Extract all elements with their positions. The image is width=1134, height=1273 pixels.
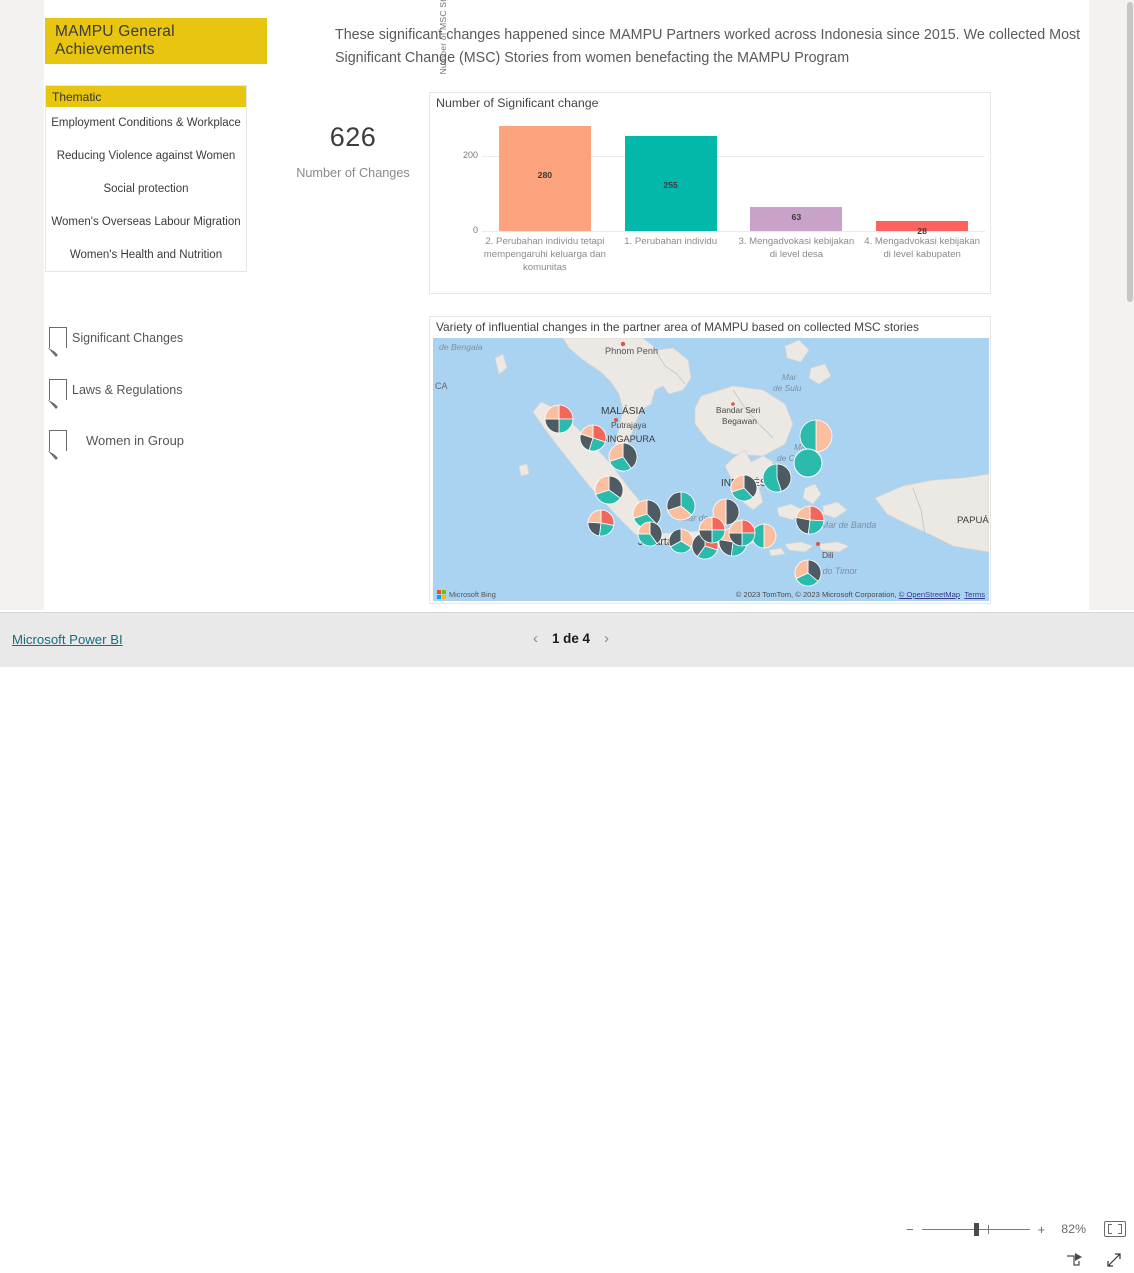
map-geometry [433,338,989,601]
bookmark-label: Significant Changes [72,330,184,345]
zoom-level-label: 82% [1061,1222,1086,1236]
kpi-card-number-of-changes: 626 Number of Changes [283,122,423,181]
bookmark-label: Women in Group [86,433,185,448]
map-pie-marker[interactable] [728,519,756,547]
map-pie-marker[interactable] [579,424,607,452]
bar-chart-bar[interactable]: 280 [498,126,591,231]
slicer-item-social-protection[interactable]: Social protection [46,173,246,206]
zoom-out-icon[interactable]: − [906,1223,914,1236]
power-bi-brand-link[interactable]: Microsoft Power BI [12,632,123,647]
page-title: MAMPU General Achievements [55,23,175,58]
bookmark-icon [48,327,67,358]
bookmark-button-laws-regulations[interactable]: Laws & Regulations [48,379,183,410]
slicer-item-health-nutrition[interactable]: Women's Health and Nutrition [46,239,246,272]
bar-chart-plot-area: Number of MSC Stories 0 200 280 2. Perubaha… [438,0,985,273]
bookmark-icon [48,430,67,461]
chart-gridline [482,231,985,232]
bing-logo-label: Microsoft Bing [449,590,496,599]
zoom-slider-thumb[interactable] [973,1222,979,1236]
map-attribution-text: © 2023 TomTom, © 2023 Microsoft Corporat… [735,590,899,599]
fit-to-page-icon[interactable] [1104,1221,1126,1237]
bar-chart-bar[interactable]: 255 [624,135,717,231]
map-visual[interactable]: Variety of influential changes in the pa… [429,316,991,604]
bar-chart-bar[interactable]: 63 [750,207,843,231]
map-pie-marker[interactable] [608,442,638,472]
fullscreen-icon[interactable] [1106,1252,1123,1273]
next-page-icon[interactable]: › [604,631,609,646]
map-pie-marker[interactable] [794,559,822,587]
zoom-control: − + 82% [906,1221,1126,1237]
bar-value-label: 280 [537,170,553,181]
map-pie-marker[interactable] [666,491,696,521]
report-canvas: MAMPU General Achievements Thematic Empl… [0,0,1134,612]
map-pie-marker[interactable] [587,509,615,537]
map-pie-marker[interactable] [762,463,792,493]
slicer-header-label: Thematic [52,89,102,104]
bar-chart-title: Number of Significant change [436,96,599,110]
x-axis-tick-label: 1. Perubahan individu [624,236,718,247]
bookmark-button-women-in-group[interactable]: Women in Group [48,430,185,461]
kpi-label: Number of Changes [296,166,410,180]
slicer-item-violence[interactable]: Reducing Violence against Women [46,140,246,173]
page-scrollbar-thumb[interactable] [1127,2,1133,302]
kpi-value: 626 [329,122,377,152]
x-axis-tick-label: 3. Mengadvokasi kebijakan di level desa [738,236,855,261]
footer-bar: Microsoft Power BI ‹ 1 de 4 › − + 82% [0,613,1134,1267]
bar-value-label: 255 [663,179,678,190]
map-pie-marker[interactable] [698,516,726,544]
y-axis-tick-label: 0 [472,225,478,235]
map-title: Variety of influential changes in the pa… [436,320,919,334]
map-terms-link[interactable]: Terms [964,590,985,599]
bar-chart-bar[interactable]: 28 [876,220,969,236]
x-axis-tick-label: 4. Mengadvokasi kebijakan di level kabup… [864,236,980,261]
page-scrollbar[interactable] [1126,0,1134,610]
zoom-in-icon[interactable]: + [1038,1223,1046,1236]
map-pie-marker[interactable] [544,404,574,434]
zoom-slider-track[interactable] [921,1222,1030,1236]
slicer-item-labour-migration[interactable]: Women's Overseas Labour Migration [46,206,246,239]
x-axis-tick-label: 2. Perubahan individu tetapi mempengaruh… [483,236,606,274]
report-title-banner: MAMPU General Achievements [45,18,267,64]
map-pie-marker[interactable] [637,521,663,547]
map-pie-marker[interactable] [594,475,624,505]
map-pie-marker[interactable] [793,448,823,478]
openstreetmap-link[interactable]: © OpenStreetMap [899,590,960,599]
bookmark-icon [48,379,67,410]
bing-logo-icon [437,590,446,599]
bar-chart-visual[interactable]: Number of Significant change Number of M… [429,0,991,294]
page-indicator-label: 1 de 4 [552,631,590,646]
bookmark-button-significant-changes[interactable]: Significant Changes [48,327,184,358]
share-icon[interactable] [1066,1252,1083,1273]
slicer-item-employment[interactable]: Employment Conditions & Workplace [46,107,246,140]
y-axis-tick-label: 200 [462,150,478,161]
map-pie-marker[interactable] [795,505,825,535]
slicer-header: Thematic [46,86,246,107]
map-attribution: © 2023 TomTom, © 2023 Microsoft Corporat… [736,590,985,599]
y-axis-title: Number of MSC Stories [438,0,448,75]
page-navigation: ‹ 1 de 4 › [533,631,609,646]
zoom-slider-tick [987,1224,989,1234]
map-canvas[interactable]: de Bengala Phnom Penh CA MALÁSIA Putrajaya SI… [433,338,989,601]
bing-maps-logo: Microsoft Bing [437,590,496,599]
thematic-slicer[interactable]: Thematic Employment Conditions & Workpla… [45,85,247,272]
previous-page-icon[interactable]: ‹ [533,631,538,646]
bookmark-label: Laws & Regulations [72,382,183,397]
canvas-left-gutter [0,0,44,610]
bar-value-label: 63 [791,212,802,223]
